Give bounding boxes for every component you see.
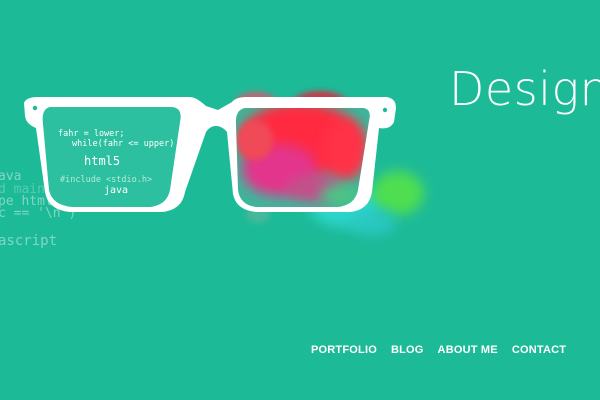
hero-artwork: ava d main(void) pe html> c == '\n') asc… bbox=[0, 91, 424, 249]
right-lens-paint bbox=[235, 108, 370, 207]
nav-link-blog[interactable]: BLOG bbox=[391, 344, 424, 356]
hero-section: ava d main(void) pe html> c == '\n') asc… bbox=[0, 0, 600, 400]
left-lens-code: fahr = lower; while(fahr <= upper) html5… bbox=[42, 107, 181, 207]
hero-title: Design bbox=[449, 62, 600, 116]
code-line: html5 bbox=[84, 154, 120, 168]
code-line: while(fahr <= upper) bbox=[72, 139, 174, 149]
code-line: fahr = lower; bbox=[58, 129, 125, 139]
code-line: java bbox=[104, 185, 128, 196]
nav-link-about-me[interactable]: ABOUT ME bbox=[438, 344, 498, 356]
main-nav: PORTFOLIO BLOG ABOUT ME CONTACT bbox=[311, 344, 566, 356]
nav-link-contact[interactable]: CONTACT bbox=[512, 344, 566, 356]
nav-link-portfolio[interactable]: PORTFOLIO bbox=[311, 344, 377, 356]
code-line: ascript bbox=[0, 233, 57, 249]
code-line: #include <stdio.h> bbox=[60, 175, 152, 185]
